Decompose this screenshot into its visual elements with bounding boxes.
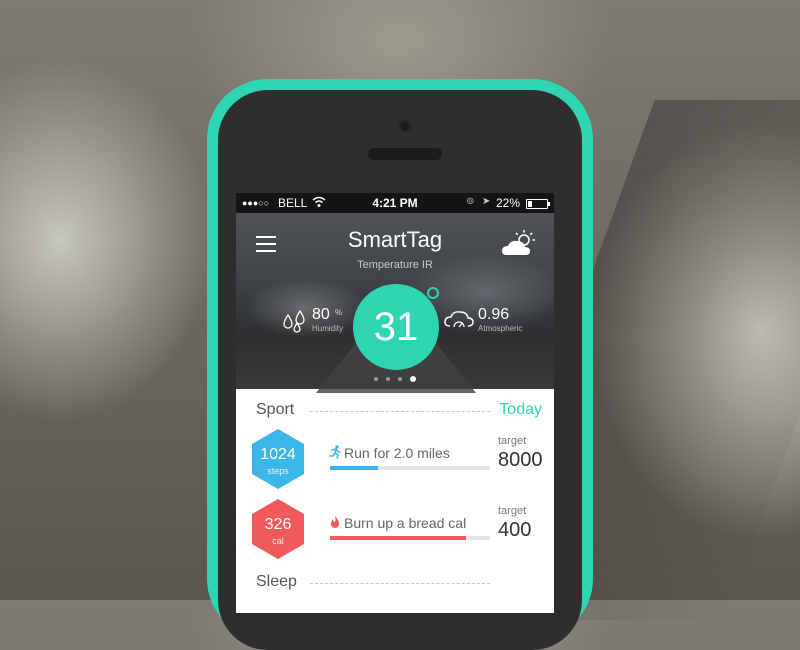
calories-count: 326 [264,516,292,533]
sport-section-header: Sport Today [236,399,554,423]
flame-icon [331,516,339,528]
running-icon [329,445,341,459]
battery-icon [526,199,550,209]
calories-activity-row[interactable]: 326 cal Burn up a bread cal target 400 [236,499,554,559]
calories-progress-fill [330,536,466,540]
degree-symbol [427,287,439,299]
page-dot[interactable] [398,377,402,381]
page-dot[interactable] [386,377,390,381]
calories-progress-bar [330,536,490,540]
sleep-section-header: Sleep [236,571,554,595]
page-dot-active[interactable] [410,376,416,382]
location-icon: ➤ [482,196,491,207]
steps-activity-row[interactable]: 1024 steps Run for 2.0 miles target 8000 [236,429,554,489]
page-indicator[interactable] [374,376,424,384]
earpiece-speaker [368,148,442,160]
hero-panel: SmartTag Temperature IR 31 80 % Humidity… [236,213,554,393]
pressure-value: 0.96 [478,306,510,323]
steps-target-value: 8000 [498,449,543,471]
steps-unit: steps [267,466,289,476]
steps-count: 1024 [260,446,296,463]
water-drops-icon [283,309,305,333]
temperature-reading: 31 [353,284,439,370]
dotted-divider [310,583,490,584]
today-button[interactable]: Today [499,401,542,419]
calories-unit: cal [272,536,284,546]
front-camera [399,120,411,132]
sleep-label: Sleep [256,573,297,590]
steps-hexagon: 1024 steps [252,429,304,489]
steps-goal-text: Run for 2.0 miles [344,445,450,461]
status-bar: ●●●○○ BELL 4:21 PM ⊚ ➤ 22% [236,193,554,213]
calories-target-label: target [498,505,527,517]
steps-progress-fill [330,466,378,470]
rotation-lock-icon: ⊚ [466,196,475,207]
humidity-value: 80 [312,306,330,323]
calories-goal-text: Burn up a bread cal [344,515,467,531]
partly-cloudy-icon[interactable] [500,229,540,259]
battery-percent: 22% [496,196,521,210]
humidity-unit: % [335,308,343,317]
pressure-label: Atmospheric [478,324,523,333]
steps-target-label: target [498,435,527,447]
steps-progress-bar [330,466,490,470]
sport-label: Sport [256,401,295,418]
humidity-label: Humidity [312,324,344,333]
cloud-gauge-icon [444,311,474,328]
app-screen: ●●●○○ BELL 4:21 PM ⊚ ➤ 22% SmartTag Temp… [236,193,554,613]
dotted-divider [310,411,490,412]
page-dot[interactable] [374,377,378,381]
calories-target-value: 400 [498,519,532,541]
calories-hexagon: 326 cal [252,499,304,559]
sensor-subtitle: Temperature IR [357,259,433,271]
